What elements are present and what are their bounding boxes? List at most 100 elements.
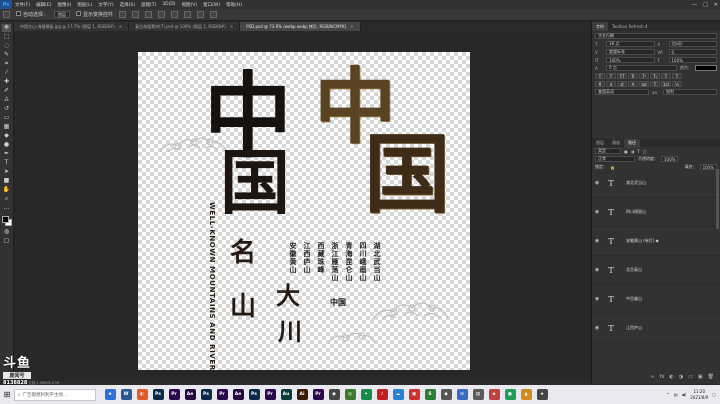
taskbar-app-icon[interactable]: e	[104, 389, 116, 400]
taskbar-app-icon[interactable]: S	[424, 389, 436, 400]
taskbar-app-icon[interactable]: Ps	[200, 389, 212, 400]
clone-stamp-tool-icon[interactable]: ♙	[2, 96, 11, 104]
menu-edit[interactable]: 编辑(E)	[33, 2, 54, 8]
eyedropper-tool-icon[interactable]: ⁄	[2, 69, 11, 77]
leading-field[interactable]: (自动)	[668, 41, 717, 47]
superscript-button[interactable]: T¹	[639, 73, 649, 79]
small-caps-button[interactable]: Tr	[628, 73, 638, 79]
menu-image[interactable]: 图像(I)	[54, 2, 74, 8]
menu-3d[interactable]: 3D(D)	[159, 2, 178, 7]
taskbar-app-icon[interactable]: Ai	[296, 389, 308, 400]
clock[interactable]: 11:20 2021/8/9	[690, 389, 708, 401]
taskbar-app-icon[interactable]: ☁	[392, 389, 404, 400]
swash-button[interactable]: σ	[606, 81, 616, 87]
move-tool-icon[interactable]: ✥	[2, 24, 11, 32]
tab-paths[interactable]: 路径	[624, 138, 640, 148]
mask-icon[interactable]: ◐	[669, 374, 673, 382]
opacity-field[interactable]: 100%	[661, 156, 679, 162]
close-icon[interactable]: ✕	[119, 24, 122, 29]
taskbar-app-icon[interactable]: ●	[504, 389, 516, 400]
text-color-swatch[interactable]	[695, 65, 717, 71]
auto-select-checkbox[interactable]: 自动选择：	[16, 11, 48, 18]
quick-select-tool-icon[interactable]: ✎	[2, 51, 11, 59]
stylistic-button[interactable]: st	[617, 81, 627, 87]
menu-window[interactable]: 窗口(W)	[200, 2, 223, 8]
baseline-field[interactable]: 0 点	[606, 65, 677, 71]
menu-help[interactable]: 帮助(H)	[223, 2, 245, 8]
healing-brush-tool-icon[interactable]: ✚	[2, 78, 11, 86]
network-icon[interactable]: ▤	[674, 392, 678, 397]
layer-row[interactable]: ◉ T 北岳泰山	[592, 256, 720, 285]
align-center-icon[interactable]	[132, 11, 140, 18]
taskbar-app-icon[interactable]: Pr	[216, 389, 228, 400]
antialias-dropdown[interactable]: 锐利	[663, 89, 717, 95]
taskbar-app-icon[interactable]: Ae	[184, 389, 196, 400]
align-right-icon[interactable]	[145, 11, 153, 18]
layers-scrollbar[interactable]	[716, 169, 719, 229]
blend-mode-dropdown[interactable]: 正常	[595, 156, 635, 162]
taskbar-app-icon[interactable]: ▤	[472, 389, 484, 400]
volume-icon[interactable]: ◀)	[682, 392, 687, 397]
notifications-icon[interactable]: ▢	[712, 392, 716, 397]
align-left-icon[interactable]	[119, 11, 127, 18]
adjustment-icon[interactable]: ◑	[679, 374, 683, 382]
history-brush-tool-icon[interactable]: ↺	[2, 105, 11, 113]
canvas-area[interactable]: 中 国 中 国 WELL-KNOWN MOUNTAINS AND RIVERS …	[14, 31, 591, 381]
dodge-tool-icon[interactable]: ●	[2, 141, 11, 149]
underline-button[interactable]: T	[661, 73, 671, 79]
zoom-tool-icon[interactable]: ⌕	[2, 195, 11, 203]
filter-type-icon[interactable]: T	[637, 149, 639, 154]
faux-bold-button[interactable]: T	[595, 73, 605, 79]
titling-button[interactable]: A	[628, 81, 638, 87]
menu-file[interactable]: 文件(F)	[12, 2, 33, 8]
layer-row[interactable]: ◉ T 湖北武当山	[592, 169, 720, 198]
eye-icon[interactable]: ◉	[592, 296, 602, 302]
taskbar-app-icon[interactable]: ▲	[520, 389, 532, 400]
font-family-dropdown[interactable]: 华文行楷	[595, 33, 717, 39]
type-tool-icon[interactable]: T	[2, 159, 11, 167]
filter-pixel-icon[interactable]: ▣	[624, 149, 628, 154]
eraser-tool-icon[interactable]: ▭	[2, 114, 11, 122]
taskbar-app-icon[interactable]: ◐	[136, 389, 148, 400]
taskbar-app-icon[interactable]: ★	[536, 389, 548, 400]
faux-italic-button[interactable]: T	[606, 73, 616, 79]
shape-tool-icon[interactable]: ■	[2, 177, 11, 185]
taskbar-app-icon[interactable]: ✦	[360, 389, 372, 400]
more-tools-icon[interactable]: …	[2, 204, 11, 212]
close-button[interactable]: ✕	[714, 2, 718, 8]
filter-adjust-icon[interactable]: ◑	[631, 149, 635, 154]
lasso-tool-icon[interactable]: ◌	[2, 42, 11, 50]
quick-mask-icon[interactable]: ◍	[2, 228, 11, 236]
taskbar-app-icon[interactable]: Pr	[168, 389, 180, 400]
layer-kind-filter[interactable]: 类型	[595, 148, 621, 154]
move-tool-icon[interactable]	[3, 11, 10, 18]
kerning-field[interactable]: 度量标准	[606, 49, 655, 55]
half-button[interactable]: ½	[672, 81, 682, 87]
layer-row[interactable]: ◉ T 中岳嵩山	[592, 285, 720, 314]
close-icon[interactable]: ✕	[230, 24, 233, 29]
menu-filter[interactable]: 滤镜(T)	[138, 2, 159, 8]
minimize-button[interactable]: —	[692, 2, 697, 8]
eye-icon[interactable]: ◉	[592, 209, 602, 215]
taskbar-app-icon[interactable]: ◆	[440, 389, 452, 400]
tab-textbox[interactable]: Textbox Refresh 4	[608, 22, 652, 31]
layer-row[interactable]: ◉ T 四川峨眉山	[592, 198, 720, 227]
blur-tool-icon[interactable]: ◆	[2, 132, 11, 140]
hand-tool-icon[interactable]: ✋	[2, 186, 11, 194]
subscript-button[interactable]: T₁	[650, 73, 660, 79]
eye-icon[interactable]: ◉	[592, 325, 602, 331]
3d-mode-icon[interactable]	[210, 11, 218, 18]
gradient-tool-icon[interactable]: ▦	[2, 123, 11, 131]
taskbar-search[interactable]: ⌕ 广告都想利利平主他...	[14, 388, 96, 401]
eye-icon[interactable]: ◉	[592, 267, 602, 273]
contextual-button[interactable]: 1st	[661, 81, 671, 87]
tab-layers[interactable]: 图层	[592, 139, 608, 148]
taskbar-app-icon[interactable]: Ae	[232, 389, 244, 400]
taskbar-app-icon[interactable]: Pr	[312, 389, 324, 400]
tab-channels[interactable]: 通道	[608, 139, 624, 148]
ligature-button[interactable]: fi	[595, 81, 605, 87]
taskbar-app-icon[interactable]: W	[120, 389, 132, 400]
ordinals-button[interactable]: ad	[639, 81, 649, 87]
vertical-scale-field[interactable]: 100%	[606, 57, 655, 63]
maximize-button[interactable]: □	[703, 2, 708, 8]
